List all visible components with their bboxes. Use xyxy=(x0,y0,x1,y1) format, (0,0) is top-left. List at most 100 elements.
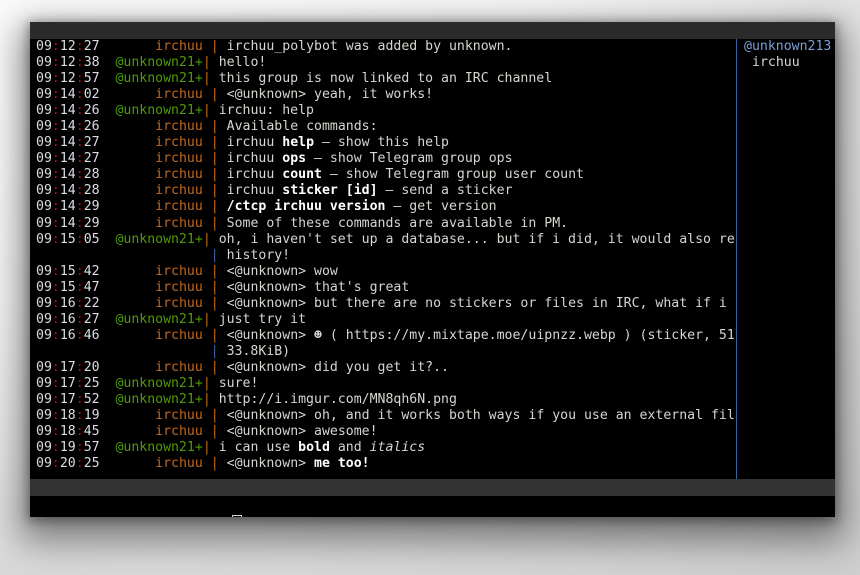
chat-message xyxy=(219,167,227,182)
chat-message xyxy=(219,344,227,359)
chat-timestamp: 09:12:27 xyxy=(36,39,100,54)
chat-nick-padding xyxy=(203,424,211,439)
chat-nick[interactable]: irchuu xyxy=(108,424,203,439)
chat-line-separator: | xyxy=(202,231,211,247)
chat-timestamp: 09:14:26 xyxy=(36,119,100,135)
chat-nick-padding xyxy=(203,216,211,231)
chat-nick[interactable]: irchuu xyxy=(108,296,203,311)
chat-line: 09:14:29 irchuu | Some of these commands… xyxy=(30,216,734,232)
chat-message xyxy=(211,312,219,327)
chat-nick[interactable]: @unknown21+ xyxy=(108,103,202,118)
chat-nick[interactable]: irchuu xyxy=(108,87,203,102)
chat-message-segment: sticker [id] xyxy=(282,183,378,199)
chat-log[interactable]: 09:12:27 irchuu | irchuu_polybot was add… xyxy=(30,39,734,479)
chat-nick[interactable]: @unknown21+ xyxy=(108,376,202,391)
chat-nick[interactable]: irchuu xyxy=(108,408,203,423)
chat-nick[interactable]: @unknown21+ xyxy=(108,71,202,86)
chat-message-segment: <@unknown> oh, and it works both ways if… xyxy=(226,408,734,424)
chat-line: 09:15:05 @unknown21+| oh, i haven't set … xyxy=(30,232,734,248)
chat-nick[interactable]: irchuu xyxy=(108,39,203,54)
chat-nick[interactable]: irchuu xyxy=(108,135,203,150)
chat-nick[interactable]: irchuu xyxy=(108,183,203,198)
chat-gap xyxy=(100,360,108,375)
chat-nick[interactable]: @unknown21+ xyxy=(108,440,202,455)
chat-nick[interactable]: irchuu xyxy=(108,264,203,279)
chat-nick[interactable]: irchuu xyxy=(108,360,203,375)
chat-message xyxy=(211,103,219,118)
chat-nick[interactable]: irchuu xyxy=(108,199,203,214)
chat-nick[interactable]: @unknown21+ xyxy=(108,392,202,407)
chat-line: 09:18:45 irchuu | <@unknown> awesome! xyxy=(30,424,734,440)
nick-list[interactable]: @unknown213 irchuu xyxy=(740,39,835,479)
chat-nick-padding xyxy=(203,296,211,311)
text-cursor xyxy=(231,515,242,517)
chat-line: 09:16:22 irchuu | <@unknown> but there a… xyxy=(30,296,734,312)
chat-line: | history! xyxy=(30,248,734,264)
chat-message-segment: count xyxy=(282,167,322,183)
chat-message-segment: <@unknown> awesome! xyxy=(226,424,378,440)
chat-message-segment: oh, i haven't set up a database... but i… xyxy=(218,231,734,247)
nick-list-item-label: @unknown213 xyxy=(744,39,832,54)
nick-list-item[interactable]: irchuu xyxy=(742,55,835,71)
chat-message-segment: /ctcp irchuu version xyxy=(226,199,386,215)
chat-line-separator: | xyxy=(210,408,219,424)
chat-nick-padding xyxy=(203,135,211,150)
chat-message xyxy=(219,135,227,150)
chat-timestamp: 09:20:25 xyxy=(36,456,100,472)
chat-gap xyxy=(100,440,108,455)
chat-message-segment: <@unknown> wow xyxy=(226,263,338,279)
chat-message xyxy=(219,424,227,439)
chat-nick-padding xyxy=(203,167,211,182)
chat-message-segment: ops xyxy=(282,151,307,167)
desktop-background: Testing IRChuu~ 09:12:27 irchuu | irchuu… xyxy=(0,0,860,575)
chat-nick[interactable]: @unknown21+ xyxy=(108,55,202,70)
chat-line: 09:14:27 irchuu | irchuu ops — show Tele… xyxy=(30,151,734,167)
chat-message-segment: irchuu xyxy=(226,151,283,167)
chat-line: 09:16:46 irchuu | <@unknown> ☻ ( https:/… xyxy=(30,328,734,344)
chat-nick[interactable]: irchuu xyxy=(108,167,203,182)
chat-gap xyxy=(100,216,108,231)
chat-nick[interactable]: @unknown21+ xyxy=(108,312,202,327)
chat-line-separator: | xyxy=(210,167,219,183)
chat-message xyxy=(219,248,227,263)
chat-message-segment: irchuu xyxy=(226,135,283,151)
chat-line-separator: | xyxy=(202,71,211,87)
chat-nick-padding xyxy=(203,328,211,343)
chat-line: 09:12:38 @unknown21+| hello! xyxy=(30,55,734,71)
chat-message-segment: irchuu xyxy=(226,183,283,199)
chat-message-segment: this group is now linked to an IRC chann… xyxy=(218,71,553,87)
chat-line-separator: | xyxy=(210,87,219,103)
chat-nick[interactable]: irchuu xyxy=(108,151,203,166)
irc-body: 09:12:27 irchuu | irchuu_polybot was add… xyxy=(30,39,835,479)
chat-gap xyxy=(100,456,108,471)
chat-line: 09:15:47 irchuu | <@unknown> that's grea… xyxy=(30,280,734,296)
chat-message xyxy=(219,39,227,54)
chat-message-segment: 33.8KiB) xyxy=(226,343,291,359)
chat-message xyxy=(211,392,219,407)
input-bar[interactable]: [@unknown213(Six)] xyxy=(30,496,835,517)
chat-message-segment: irchuu xyxy=(226,167,283,183)
chat-message-segment: — show this help xyxy=(314,135,449,151)
chat-timestamp: 09:16:22 xyxy=(36,295,100,311)
chat-nick-padding xyxy=(203,87,211,102)
chat-timestamp: 09:14:26 xyxy=(36,103,100,119)
chat-gap xyxy=(100,376,108,391)
chat-message-segment: bold xyxy=(298,440,330,456)
chat-message-segment: <@unknown> yeah, it works! xyxy=(226,87,434,103)
chat-nick[interactable]: irchuu xyxy=(108,119,203,134)
chat-nick-padding xyxy=(203,280,211,295)
chat-line: 09:14:28 irchuu | irchuu sticker [id] — … xyxy=(30,183,734,199)
chat-message-segment: italics xyxy=(369,440,426,456)
chat-line: 09:12:57 @unknown21+| this group is now … xyxy=(30,71,734,87)
chat-line: 09:20:25 irchuu | <@unknown> me too! xyxy=(30,456,734,472)
chat-message-segment: <@unknown> did you get it?.. xyxy=(226,359,449,375)
chat-gap xyxy=(100,328,108,343)
chat-nick[interactable]: irchuu xyxy=(108,280,203,295)
nick-list-item[interactable]: @unknown213 xyxy=(742,39,835,55)
chat-nick[interactable]: irchuu xyxy=(108,456,203,471)
chat-nick-padding xyxy=(203,39,211,54)
chat-nick[interactable]: irchuu xyxy=(108,216,203,231)
chat-line-indent xyxy=(36,248,211,263)
chat-nick[interactable]: @unknown21+ xyxy=(108,232,202,247)
chat-nick[interactable]: irchuu xyxy=(108,328,203,343)
